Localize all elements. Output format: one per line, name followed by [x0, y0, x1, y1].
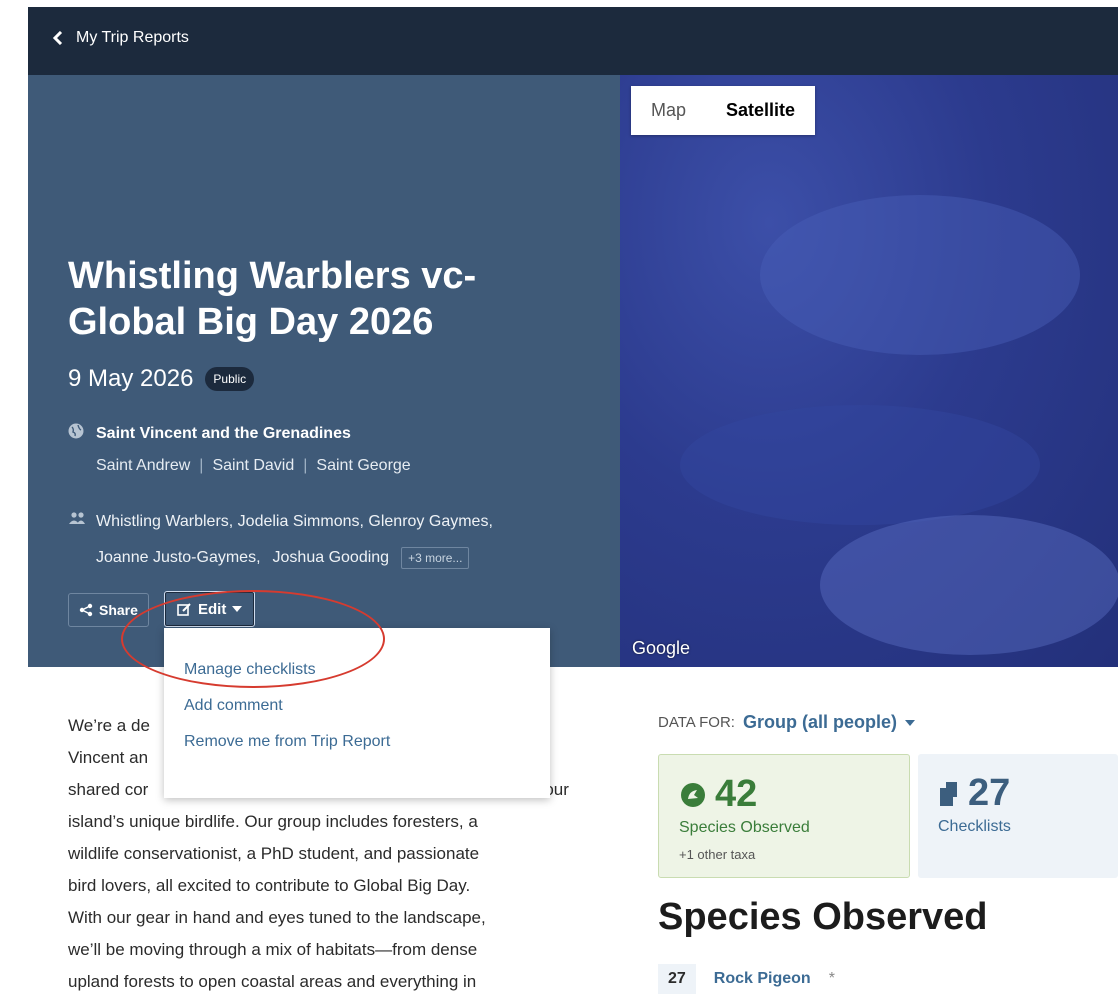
- description-line: island’s unique birdlife. Our group incl…: [68, 812, 478, 831]
- description-fragment: shared cor: [68, 780, 149, 799]
- participant-link[interactable]: Joshua Gooding: [273, 549, 390, 567]
- description-line: With our gear in hand and eyes tuned to …: [68, 908, 486, 927]
- checklists-label: Checklists: [938, 818, 1011, 835]
- caret-down-icon: [904, 719, 915, 726]
- caret-down-icon: [232, 606, 243, 612]
- satellite-tab[interactable]: Satellite: [706, 86, 815, 135]
- participant-link[interactable]: Whistling Warblers,: [96, 513, 233, 530]
- checklists-count: 27: [938, 772, 1010, 815]
- menu-item-remove-me[interactable]: Remove me from Trip Report: [164, 724, 550, 760]
- edit-button[interactable]: Edit: [164, 591, 256, 627]
- map-tab[interactable]: Map: [631, 86, 706, 135]
- species-row: 27 Rock Pigeon *: [658, 964, 835, 994]
- data-for-selector[interactable]: DATA FOR: Group (all people): [658, 712, 915, 733]
- menu-item-add-comment[interactable]: Add comment: [164, 688, 550, 724]
- location-country[interactable]: Saint Vincent and the Grenadines: [96, 425, 351, 443]
- species-name-link[interactable]: Rock Pigeon: [714, 970, 811, 988]
- trip-date: 9 May 2026: [68, 365, 194, 392]
- participants-line-1: Whistling Warblers, Jodelia Simmons, Gle…: [96, 513, 493, 531]
- participant-link[interactable]: Jodelia Simmons,: [238, 513, 364, 530]
- participant-link[interactable]: Joanne Justo-Gaymes,: [96, 549, 261, 567]
- participant-link[interactable]: Glenroy Gaymes,: [368, 513, 492, 530]
- checklists-count-value: 27: [968, 772, 1011, 814]
- other-taxa-note: +1 other taxa: [679, 847, 756, 862]
- description-line: wildlife conservationist, a PhD student,…: [68, 844, 480, 863]
- species-row-count: 27: [658, 964, 696, 994]
- description-line: upland forests to open coastal areas and…: [68, 972, 477, 991]
- region-link[interactable]: Saint Andrew: [96, 457, 190, 475]
- edit-label: Edit: [198, 600, 227, 618]
- species-count: 42: [679, 773, 757, 816]
- terrain-texture: [760, 195, 1080, 355]
- edit-icon: [177, 602, 191, 616]
- species-observed-card[interactable]: 42 Species Observed +1 other taxa: [658, 754, 910, 878]
- visibility-badge: Public: [205, 367, 255, 391]
- checklist-icon: [940, 781, 957, 806]
- map-type-toggle: Map Satellite: [631, 86, 816, 135]
- top-nav-bar: My Trip Reports: [28, 7, 1118, 75]
- data-for-value: Group (all people): [742, 712, 897, 732]
- description-line: we’ll be moving through a mix of habitat…: [68, 940, 478, 959]
- location-regions: Saint Andrew | Saint David | Saint Georg…: [96, 457, 411, 475]
- google-attribution: Google: [632, 638, 691, 658]
- species-section-title: Species Observed: [658, 896, 988, 938]
- trip-map[interactable]: Map Satellite Google: [620, 75, 1118, 667]
- species-count-value: 42: [715, 773, 758, 815]
- menu-item-manage-checklists[interactable]: Manage checklists: [164, 652, 550, 688]
- region-separator: |: [199, 457, 204, 474]
- share-label: Share: [99, 602, 138, 618]
- more-participants-button[interactable]: +3 more...: [401, 547, 470, 569]
- species-count-label: Species Observed: [679, 819, 810, 836]
- species-icon: [681, 782, 705, 807]
- share-button[interactable]: Share: [68, 593, 149, 627]
- description-line: bird lovers, all excited to contribute t…: [68, 876, 471, 895]
- trip-date-row: 9 May 2026 Public: [68, 365, 255, 393]
- edit-dropdown-menu: Manage checklists Add comment Remove me …: [164, 628, 550, 798]
- back-to-trip-reports-link[interactable]: My Trip Reports: [52, 29, 189, 47]
- region-link[interactable]: Saint George: [316, 457, 410, 475]
- species-marker: *: [828, 970, 835, 987]
- share-icon: [79, 603, 93, 617]
- trip-hero-panel: Whistling Warblers vc-Global Big Day 202…: [28, 75, 620, 667]
- terrain-texture: [820, 515, 1118, 655]
- checklists-card[interactable]: 27 Checklists: [918, 754, 1118, 878]
- people-icon: [69, 512, 85, 524]
- terrain-texture: [680, 405, 1040, 525]
- participants-line-2: Joanne Justo-Gaymes, Joshua Gooding +3 m…: [96, 547, 470, 569]
- region-link[interactable]: Saint David: [212, 457, 294, 475]
- chevron-left-icon: [52, 31, 63, 45]
- back-link-label: My Trip Reports: [76, 29, 189, 46]
- globe-icon: [68, 423, 84, 439]
- trip-title: Whistling Warblers vc-Global Big Day 202…: [68, 255, 477, 343]
- region-separator: |: [303, 457, 308, 474]
- data-for-label: DATA FOR:: [658, 714, 735, 731]
